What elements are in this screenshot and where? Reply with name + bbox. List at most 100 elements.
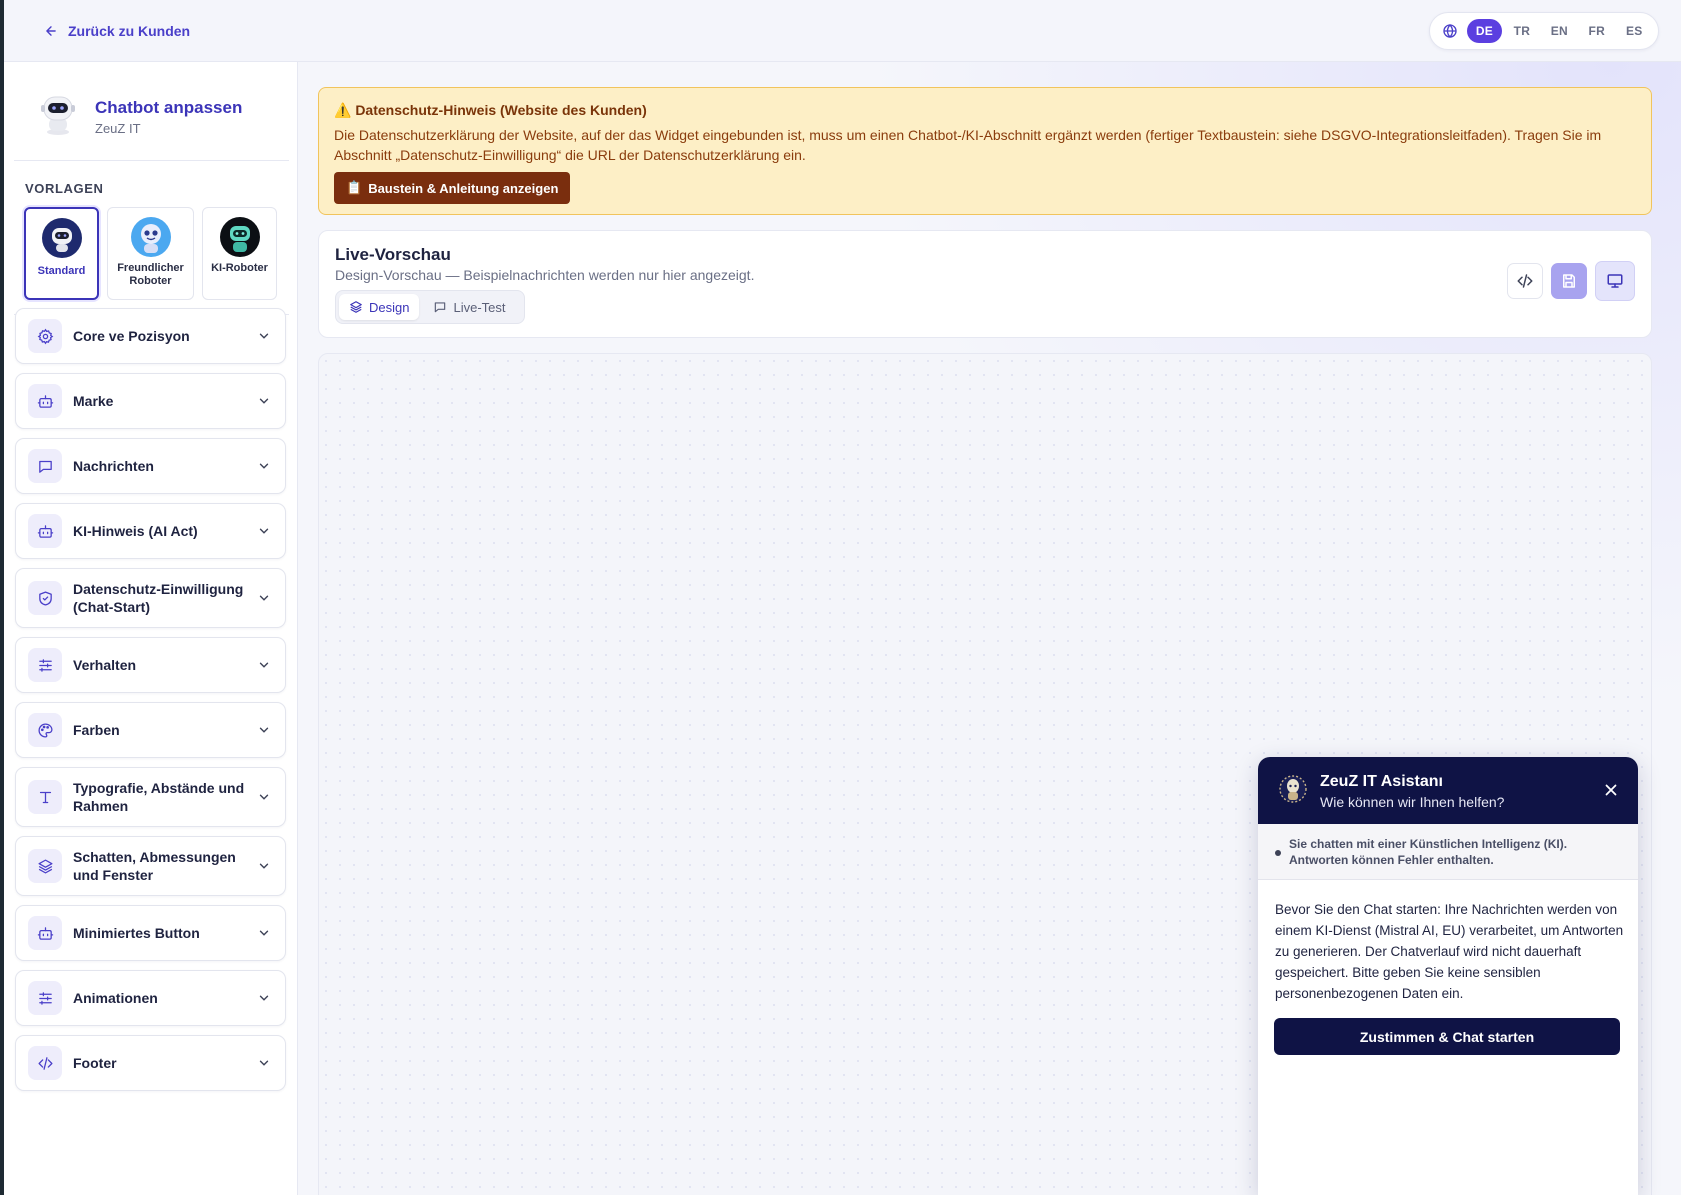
chevron-down-icon xyxy=(259,727,269,733)
assistant-avatar-icon xyxy=(1279,775,1307,803)
section-label: Farben xyxy=(73,722,120,738)
section-label: KI-Hinweis (AI Act) xyxy=(73,523,198,539)
section-label: Nachrichten xyxy=(73,458,154,474)
robot-friendly-icon xyxy=(130,217,171,257)
show-snippet-label: Baustein & Anleitung anzeigen xyxy=(368,180,559,196)
back-to-customers-link[interactable]: Zurück zu Kunden xyxy=(44,20,190,42)
tab-design[interactable]: Design xyxy=(339,294,420,320)
palette-icon xyxy=(28,713,62,747)
robot-ai-icon xyxy=(219,217,260,257)
sidebar: Chatbot anpassen ZeuZ IT VORLAGEN Standa… xyxy=(4,62,298,1195)
sidebar-header: Chatbot anpassen ZeuZ IT xyxy=(14,62,289,161)
type-icon xyxy=(28,780,62,814)
robot-avatar-icon xyxy=(41,96,75,135)
section-shadows-dimensions[interactable]: Schatten, Abmessungen und Fenster xyxy=(15,836,286,896)
ai-disclosure: Sie chatten mit einer Künstlichen Intell… xyxy=(1258,824,1638,880)
lang-tr-button[interactable]: TR xyxy=(1504,19,1539,43)
notice-text: Die Datenschutzerklärung der Website, au… xyxy=(334,127,1602,163)
section-ai-notice[interactable]: KI-Hinweis (AI Act) xyxy=(15,503,286,559)
template-standard[interactable]: Standard xyxy=(24,207,99,300)
app-window: Zurück zu Kunden DE TR EN FR ES Chatbot … xyxy=(4,0,1681,1195)
lang-es-button[interactable]: ES xyxy=(1617,19,1652,43)
section-brand[interactable]: Marke xyxy=(15,373,286,429)
section-label: Typografie, Abstände und Rahmen xyxy=(73,780,245,814)
chevron-down-icon xyxy=(259,863,269,869)
preview-actions xyxy=(1507,261,1635,301)
section-core-position[interactable]: Core ve Pozisyon xyxy=(15,308,286,364)
close-icon[interactable] xyxy=(1602,781,1620,799)
chevron-down-icon xyxy=(259,794,269,800)
chevron-down-icon xyxy=(259,662,269,668)
save-button[interactable] xyxy=(1551,263,1587,299)
robot-standard-icon xyxy=(41,218,82,258)
code-icon xyxy=(1517,274,1533,288)
layers-icon xyxy=(28,849,62,883)
sidebar-title: Chatbot anpassen xyxy=(95,98,243,117)
layers-icon xyxy=(350,301,362,313)
section-label: Verhalten xyxy=(73,657,137,673)
chevron-down-icon xyxy=(259,463,269,469)
lang-fr-button[interactable]: FR xyxy=(1579,19,1614,43)
chevron-down-icon xyxy=(259,398,269,404)
top-bar: Zurück zu Kunden DE TR EN FR ES xyxy=(4,0,1681,62)
preview-subtitle: Design-Vorschau — Beispielnachrichten we… xyxy=(335,267,755,283)
template-list: Standard Freundlicher Roboter KI-Roboter xyxy=(24,207,277,300)
privacy-notice-banner: ⚠️ Datenschutz-Hinweis (Website des Kund… xyxy=(318,87,1652,215)
chevron-down-icon xyxy=(259,595,269,601)
section-messages[interactable]: Nachrichten xyxy=(15,438,286,494)
templates-label: VORLAGEN xyxy=(25,181,104,196)
template-friendly-robot[interactable]: Freundlicher Roboter xyxy=(107,207,194,300)
message-icon xyxy=(435,302,446,313)
chevron-down-icon xyxy=(259,528,269,534)
section-label: Marke xyxy=(73,393,114,409)
chevron-down-icon xyxy=(259,930,269,936)
chat-header: ZeuZ IT Asistanı Wie können wir Ihnen he… xyxy=(1258,757,1638,824)
sidebar-subtitle: ZeuZ IT xyxy=(95,121,141,136)
chevron-down-icon xyxy=(259,333,269,339)
bullet-dot-icon xyxy=(1275,850,1281,856)
sliders-icon xyxy=(28,648,62,682)
preview-tabs: Design Live-Test xyxy=(335,290,525,324)
section-footer[interactable]: Footer xyxy=(15,1035,286,1091)
live-preview-header: Live-Vorschau Design-Vorschau — Beispiel… xyxy=(318,230,1652,338)
message-icon xyxy=(28,449,62,483)
assistant-name: ZeuZ IT Asistanı xyxy=(1320,773,1443,790)
consent-text: Bevor Sie den Chat starten: Ihre Nachric… xyxy=(1275,902,1624,1001)
ai-disclosure-text: Sie chatten mit einer Künstlichen Intell… xyxy=(1289,837,1568,867)
lang-en-button[interactable]: EN xyxy=(1542,19,1577,43)
chevron-down-icon xyxy=(259,995,269,1001)
shield-icon xyxy=(28,581,62,615)
chevron-down-icon xyxy=(259,1060,269,1066)
bot-icon xyxy=(28,384,62,418)
tab-label: Live-Test xyxy=(453,299,506,315)
section-label: Core ve Pozisyon xyxy=(73,328,190,344)
section-behavior[interactable]: Verhalten xyxy=(15,637,286,693)
save-icon xyxy=(1563,274,1575,288)
bot-icon xyxy=(28,916,62,950)
template-ai-robot[interactable]: KI-Roboter xyxy=(202,207,277,300)
section-animations[interactable]: Animationen xyxy=(15,970,286,1026)
lang-de-button[interactable]: DE xyxy=(1466,19,1503,43)
section-label: Animationen xyxy=(73,990,158,1006)
embed-code-button[interactable] xyxy=(1507,263,1543,299)
tab-live-test[interactable]: Live-Test xyxy=(423,294,515,320)
desktop-view-button[interactable] xyxy=(1595,261,1635,301)
back-link-label: Zurück zu Kunden xyxy=(68,23,191,39)
consent-start-chat-button[interactable]: Zustimmen & Chat starten xyxy=(1274,1018,1620,1055)
bot-icon xyxy=(28,514,62,548)
language-switcher: DE TR EN FR ES xyxy=(1429,12,1659,50)
template-name: KI-Roboter xyxy=(211,262,268,274)
show-snippet-button[interactable]: 📋 Baustein & Anleitung anzeigen xyxy=(334,172,571,204)
section-colors[interactable]: Farben xyxy=(15,702,286,758)
section-label: Minimiertes Button xyxy=(73,925,200,941)
arrow-left-icon xyxy=(46,26,56,36)
section-minimized-button[interactable]: Minimiertes Button xyxy=(15,905,286,961)
section-privacy-consent[interactable]: Datenschutz-Einwilligung (Chat-Start) xyxy=(15,568,286,628)
monitor-icon xyxy=(1607,274,1623,288)
preview-title: Live-Vorschau xyxy=(335,245,451,264)
chat-widget: ZeuZ IT Asistanı Wie können wir Ihnen he… xyxy=(1258,757,1638,1195)
clipboard-icon: 📋 xyxy=(346,180,363,195)
sliders-icon xyxy=(28,981,62,1015)
section-typography[interactable]: Typografie, Abstände und Rahmen xyxy=(15,767,286,827)
assistant-tagline: Wie können wir Ihnen helfen? xyxy=(1320,794,1505,810)
